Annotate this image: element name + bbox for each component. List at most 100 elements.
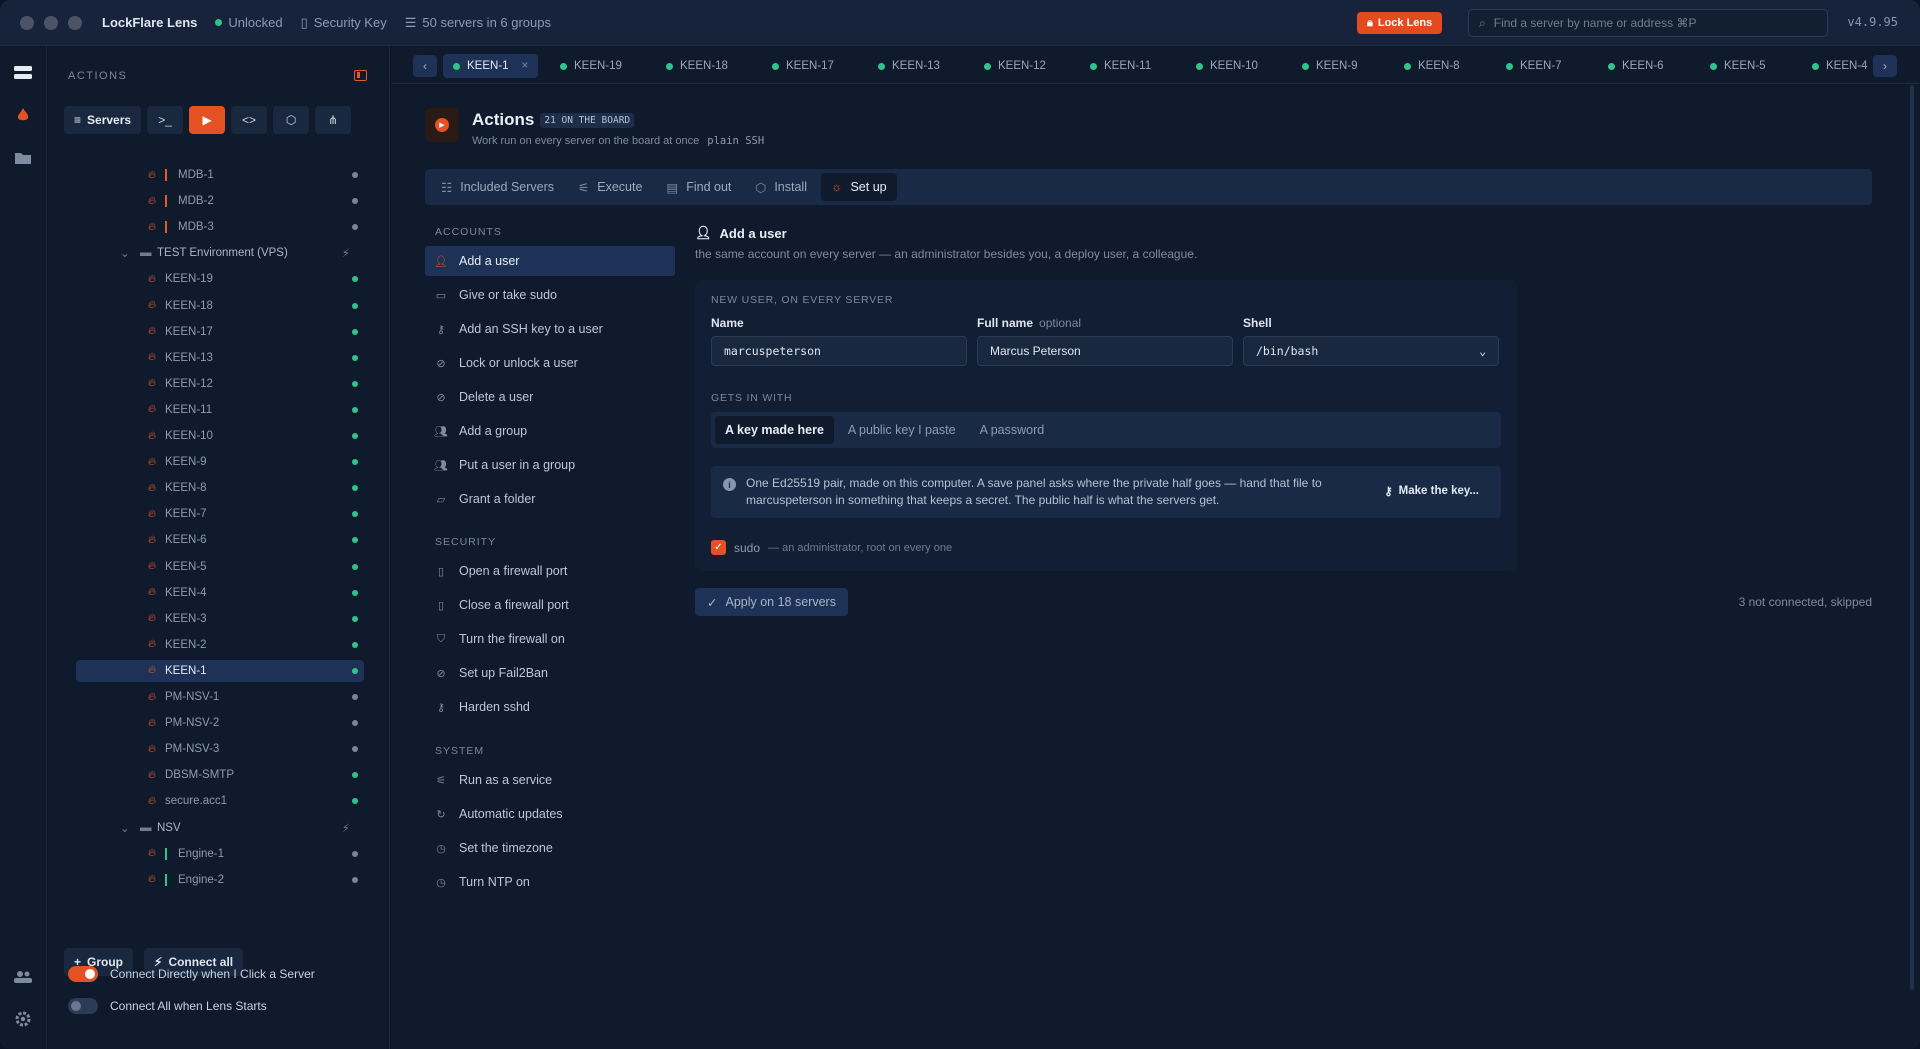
package-mode-icon[interactable]: ⬡	[273, 106, 310, 134]
server-row[interactable]: 🔥︎ MDB-1	[76, 164, 364, 186]
action-menu-item[interactable]: ◷ Turn NTP on	[425, 867, 675, 897]
server-row[interactable]: 🔥︎ PM-NSV-2	[76, 712, 364, 734]
flame-rail-icon[interactable]	[12, 104, 34, 126]
action-menu-item[interactable]: ↻ Automatic updates	[425, 799, 675, 829]
action-menu-item[interactable]: ▯ Close a firewall port	[425, 590, 675, 620]
action-menu-item[interactable]: ▯ Open a firewall port	[425, 556, 675, 586]
server-row[interactable]: 🔥︎ KEEN-18	[76, 295, 364, 317]
server-tab[interactable]: KEEN-18	[666, 54, 728, 78]
server-tab[interactable]: KEEN-9	[1302, 54, 1358, 78]
action-menu-item[interactable]: ⊘ Delete a user	[425, 382, 675, 412]
section-tab[interactable]: ⚟ Execute	[568, 173, 652, 201]
server-tab[interactable]: KEEN-5	[1710, 54, 1766, 78]
servers-rail-icon[interactable]	[12, 62, 34, 84]
code-mode-icon[interactable]: <>	[231, 106, 268, 134]
server-row[interactable]: 🔥︎ KEEN-19	[76, 268, 364, 290]
server-tab[interactable]: KEEN-1 ×	[443, 54, 539, 78]
actions-mode-icon[interactable]: ▶	[189, 106, 226, 134]
close-window-button[interactable]	[20, 15, 34, 30]
server-row[interactable]: 🔥︎ KEEN-6	[76, 529, 364, 551]
server-row[interactable]: 🔥︎ KEEN-4	[76, 582, 364, 604]
server-row[interactable]: 🔥︎ MDB-2	[76, 190, 364, 212]
fullname-input[interactable]: Marcus Peterson	[977, 336, 1233, 366]
server-row[interactable]: 🔥︎ secure.acc1	[76, 790, 364, 812]
action-menu-item[interactable]: ⚟ Run as a service	[425, 765, 675, 795]
section-tab[interactable]: ⬡ Install	[745, 173, 817, 201]
action-menu-item[interactable]: ⛉ Turn the firewall on	[425, 624, 675, 654]
server-row[interactable]: 🔥︎ KEEN-8	[76, 477, 364, 499]
auth-method-option[interactable]: A public key I paste	[838, 416, 966, 444]
connect-all-start-toggle[interactable]	[68, 998, 98, 1014]
server-search-input[interactable]: ⌕ Find a server by name or address ⌘P	[1468, 9, 1828, 37]
chevron-down-icon[interactable]: ⌄	[120, 821, 130, 835]
shell-select[interactable]: /bin/bash ⌄	[1243, 336, 1499, 366]
apply-button[interactable]: ✓ Apply on 18 servers	[695, 588, 848, 616]
server-tab[interactable]: KEEN-8	[1404, 54, 1460, 78]
action-menu-item[interactable]: ⚷ Add an SSH key to a user	[425, 314, 675, 344]
server-tab[interactable]: KEEN-6	[1608, 54, 1664, 78]
server-tab[interactable]: KEEN-10	[1196, 54, 1258, 78]
action-menu-item[interactable]: ⊘ Set up Fail2Ban	[425, 658, 675, 688]
action-menu-item[interactable]: ⚷ Harden sshd	[425, 692, 675, 722]
tabs-next-button[interactable]: ›	[1873, 55, 1897, 77]
auth-method-option[interactable]: A password	[970, 416, 1055, 444]
close-tab-icon[interactable]: ×	[522, 60, 529, 72]
server-tab[interactable]: KEEN-4	[1812, 54, 1868, 78]
auth-method-option[interactable]: A key made here	[715, 416, 834, 444]
server-row-selected[interactable]: 🔥︎ KEEN-1	[76, 659, 364, 682]
settings-gear-icon[interactable]	[12, 1008, 34, 1030]
server-tab[interactable]: KEEN-19	[560, 54, 622, 78]
server-row[interactable]: 🔥︎ PM-NSV-1	[76, 686, 364, 708]
server-row[interactable]: 🔥︎ PM-NSV-3	[76, 738, 364, 760]
server-tab[interactable]: KEEN-7	[1506, 54, 1562, 78]
users-rail-icon[interactable]	[12, 966, 34, 988]
section-tab[interactable]: ▤ Find out	[656, 173, 741, 201]
server-group-row[interactable]: ⌄ ▬ TEST Environment (VPS) ⚡︎	[76, 242, 364, 264]
lock-lens-button[interactable]: 🔒︎ Lock Lens	[1357, 12, 1443, 34]
server-row[interactable]: 🔥︎ KEEN-11	[76, 399, 364, 421]
topology-mode-icon[interactable]: ⋔	[315, 106, 352, 134]
server-tab[interactable]: KEEN-12	[984, 54, 1046, 78]
chevron-down-icon[interactable]: ⌄	[120, 246, 130, 260]
server-row[interactable]: 🔥︎ KEEN-7	[76, 503, 364, 525]
action-menu-item[interactable]: ⊘ Lock or unlock a user	[425, 348, 675, 378]
server-tab[interactable]: KEEN-17	[772, 54, 834, 78]
server-row[interactable]: 🔥︎ KEEN-5	[76, 556, 364, 578]
tabs-prev-button[interactable]: ‹	[413, 55, 437, 77]
make-key-button[interactable]: ⚷ Make the key...	[1384, 484, 1479, 498]
server-tab[interactable]: KEEN-11	[1090, 54, 1151, 78]
action-menu-item[interactable]: ▭ Give or take sudo	[425, 280, 675, 310]
server-row[interactable]: 🔥︎ KEEN-17	[76, 321, 364, 343]
section-tab[interactable]: ☼ Set up	[820, 173, 897, 201]
sidebar-collapse-icon[interactable]	[354, 70, 367, 81]
username-input[interactable]: marcuspeterson	[711, 336, 967, 366]
action-menu-item[interactable]: ▱ Grant a folder	[425, 484, 675, 514]
server-row[interactable]: 🔥︎ Engine-2	[76, 869, 364, 891]
server-row[interactable]: 🔥︎ KEEN-9	[76, 451, 364, 473]
minimize-window-button[interactable]	[44, 15, 58, 30]
sudo-checkbox[interactable]: ✓	[711, 540, 726, 555]
server-row[interactable]: 🔥︎ KEEN-13	[76, 347, 364, 369]
server-row[interactable]: 🔥︎ KEEN-2	[76, 634, 364, 656]
servers-mode-button[interactable]: ≡ Servers	[64, 106, 142, 134]
action-menu-item[interactable]: 👥︎ Put a user in a group	[425, 450, 675, 480]
lightning-icon[interactable]: ⚡︎	[342, 821, 350, 835]
server-row[interactable]: 🔥︎ KEEN-10	[76, 425, 364, 447]
server-tab[interactable]: KEEN-13	[878, 54, 940, 78]
server-row[interactable]: 🔥︎ KEEN-12	[76, 373, 364, 395]
maximize-window-button[interactable]	[68, 15, 82, 30]
main-scrollbar[interactable]	[1910, 85, 1914, 990]
server-row[interactable]: 🔥︎ MDB-3	[76, 216, 364, 238]
server-group-row[interactable]: ⌄ ▬ NSV ⚡︎	[76, 817, 364, 839]
action-menu-item[interactable]: 👤︎ Add a user	[425, 246, 675, 276]
server-row[interactable]: 🔥︎ KEEN-3	[76, 608, 364, 630]
terminal-mode-icon[interactable]: >_	[147, 106, 184, 134]
action-menu-item[interactable]: ◷ Set the timezone	[425, 833, 675, 863]
lightning-icon[interactable]: ⚡︎	[342, 246, 350, 260]
action-menu-item[interactable]: 👥︎ Add a group	[425, 416, 675, 446]
server-row[interactable]: 🔥︎ Engine-1	[76, 843, 364, 865]
server-row[interactable]: 🔥︎ DBSM-SMTP	[76, 764, 364, 786]
folder-rail-icon[interactable]	[12, 146, 34, 168]
section-tab[interactable]: ☷ Included Servers	[431, 173, 564, 201]
connect-directly-toggle[interactable]	[68, 966, 98, 982]
